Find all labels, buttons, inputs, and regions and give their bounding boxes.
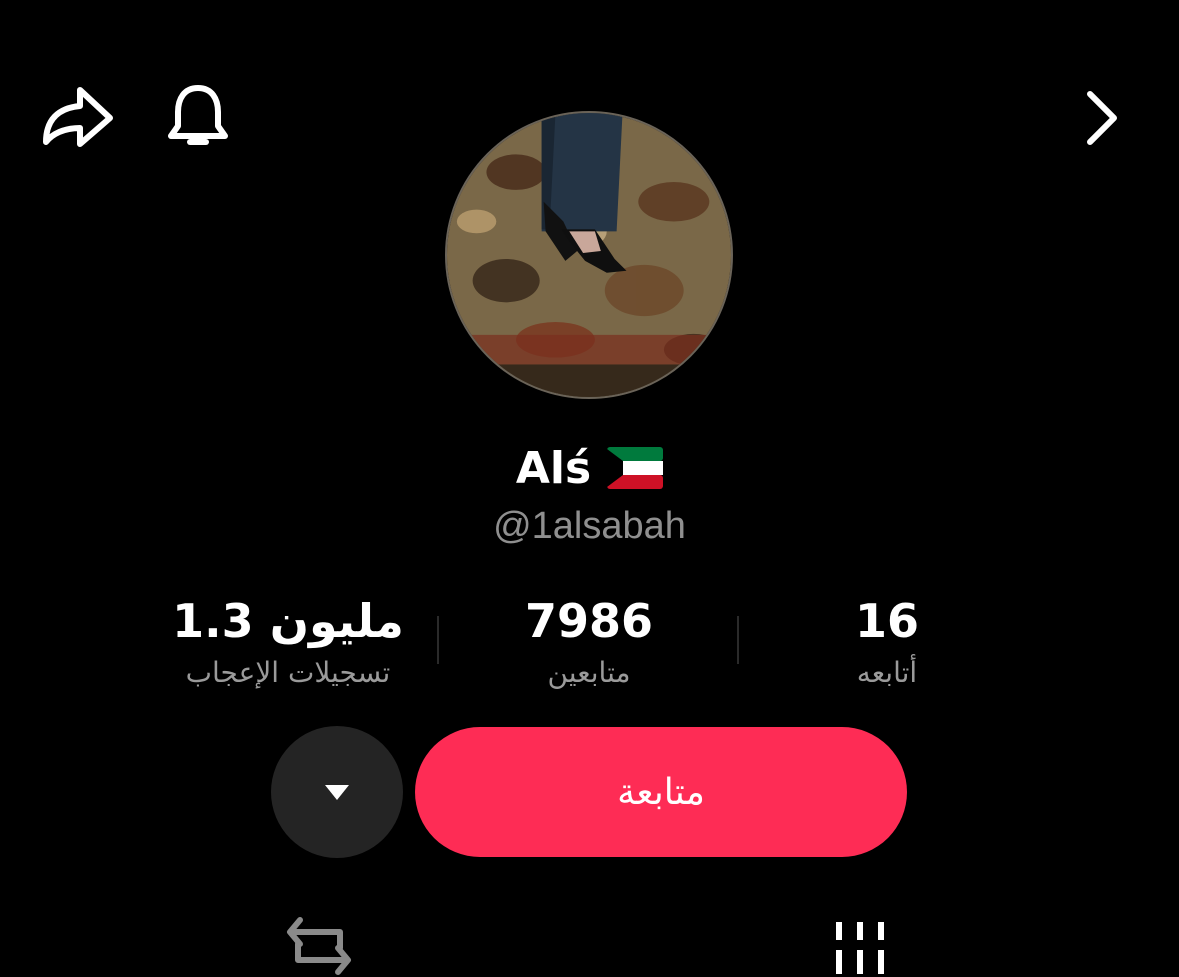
repost-icon[interactable] — [284, 914, 354, 977]
chevron-right-icon[interactable] — [1078, 88, 1126, 148]
caret-down-icon — [325, 785, 349, 800]
followers-label: متابعين — [547, 656, 631, 689]
share-icon[interactable] — [40, 84, 114, 150]
stat-divider — [437, 616, 439, 664]
avatar[interactable] — [445, 111, 733, 399]
avatar-image — [447, 113, 731, 397]
bell-icon[interactable] — [166, 84, 230, 152]
stat-likes: 1.3 مليون تسجيلات الإعجاب — [150, 590, 426, 692]
kuwait-flag-icon — [607, 447, 664, 489]
more-options-button[interactable] — [271, 726, 403, 858]
grid-icon[interactable] — [834, 918, 886, 977]
stat-following[interactable]: 16 أتابعه — [790, 590, 984, 692]
display-name: Alś — [0, 436, 1179, 500]
likes-count: 1.3 مليون — [172, 594, 404, 648]
display-name-text: Alś — [515, 442, 592, 494]
follow-button[interactable]: متابعة — [415, 727, 907, 857]
stat-followers[interactable]: 7986 متابعين — [478, 590, 700, 692]
stat-divider — [737, 616, 739, 664]
following-label: أتابعه — [856, 656, 918, 689]
followers-count: 7986 — [524, 594, 654, 648]
following-count: 16 — [854, 594, 919, 648]
username: @1alsabah — [493, 505, 686, 547]
likes-label: تسجيلات الإعجاب — [185, 656, 391, 689]
